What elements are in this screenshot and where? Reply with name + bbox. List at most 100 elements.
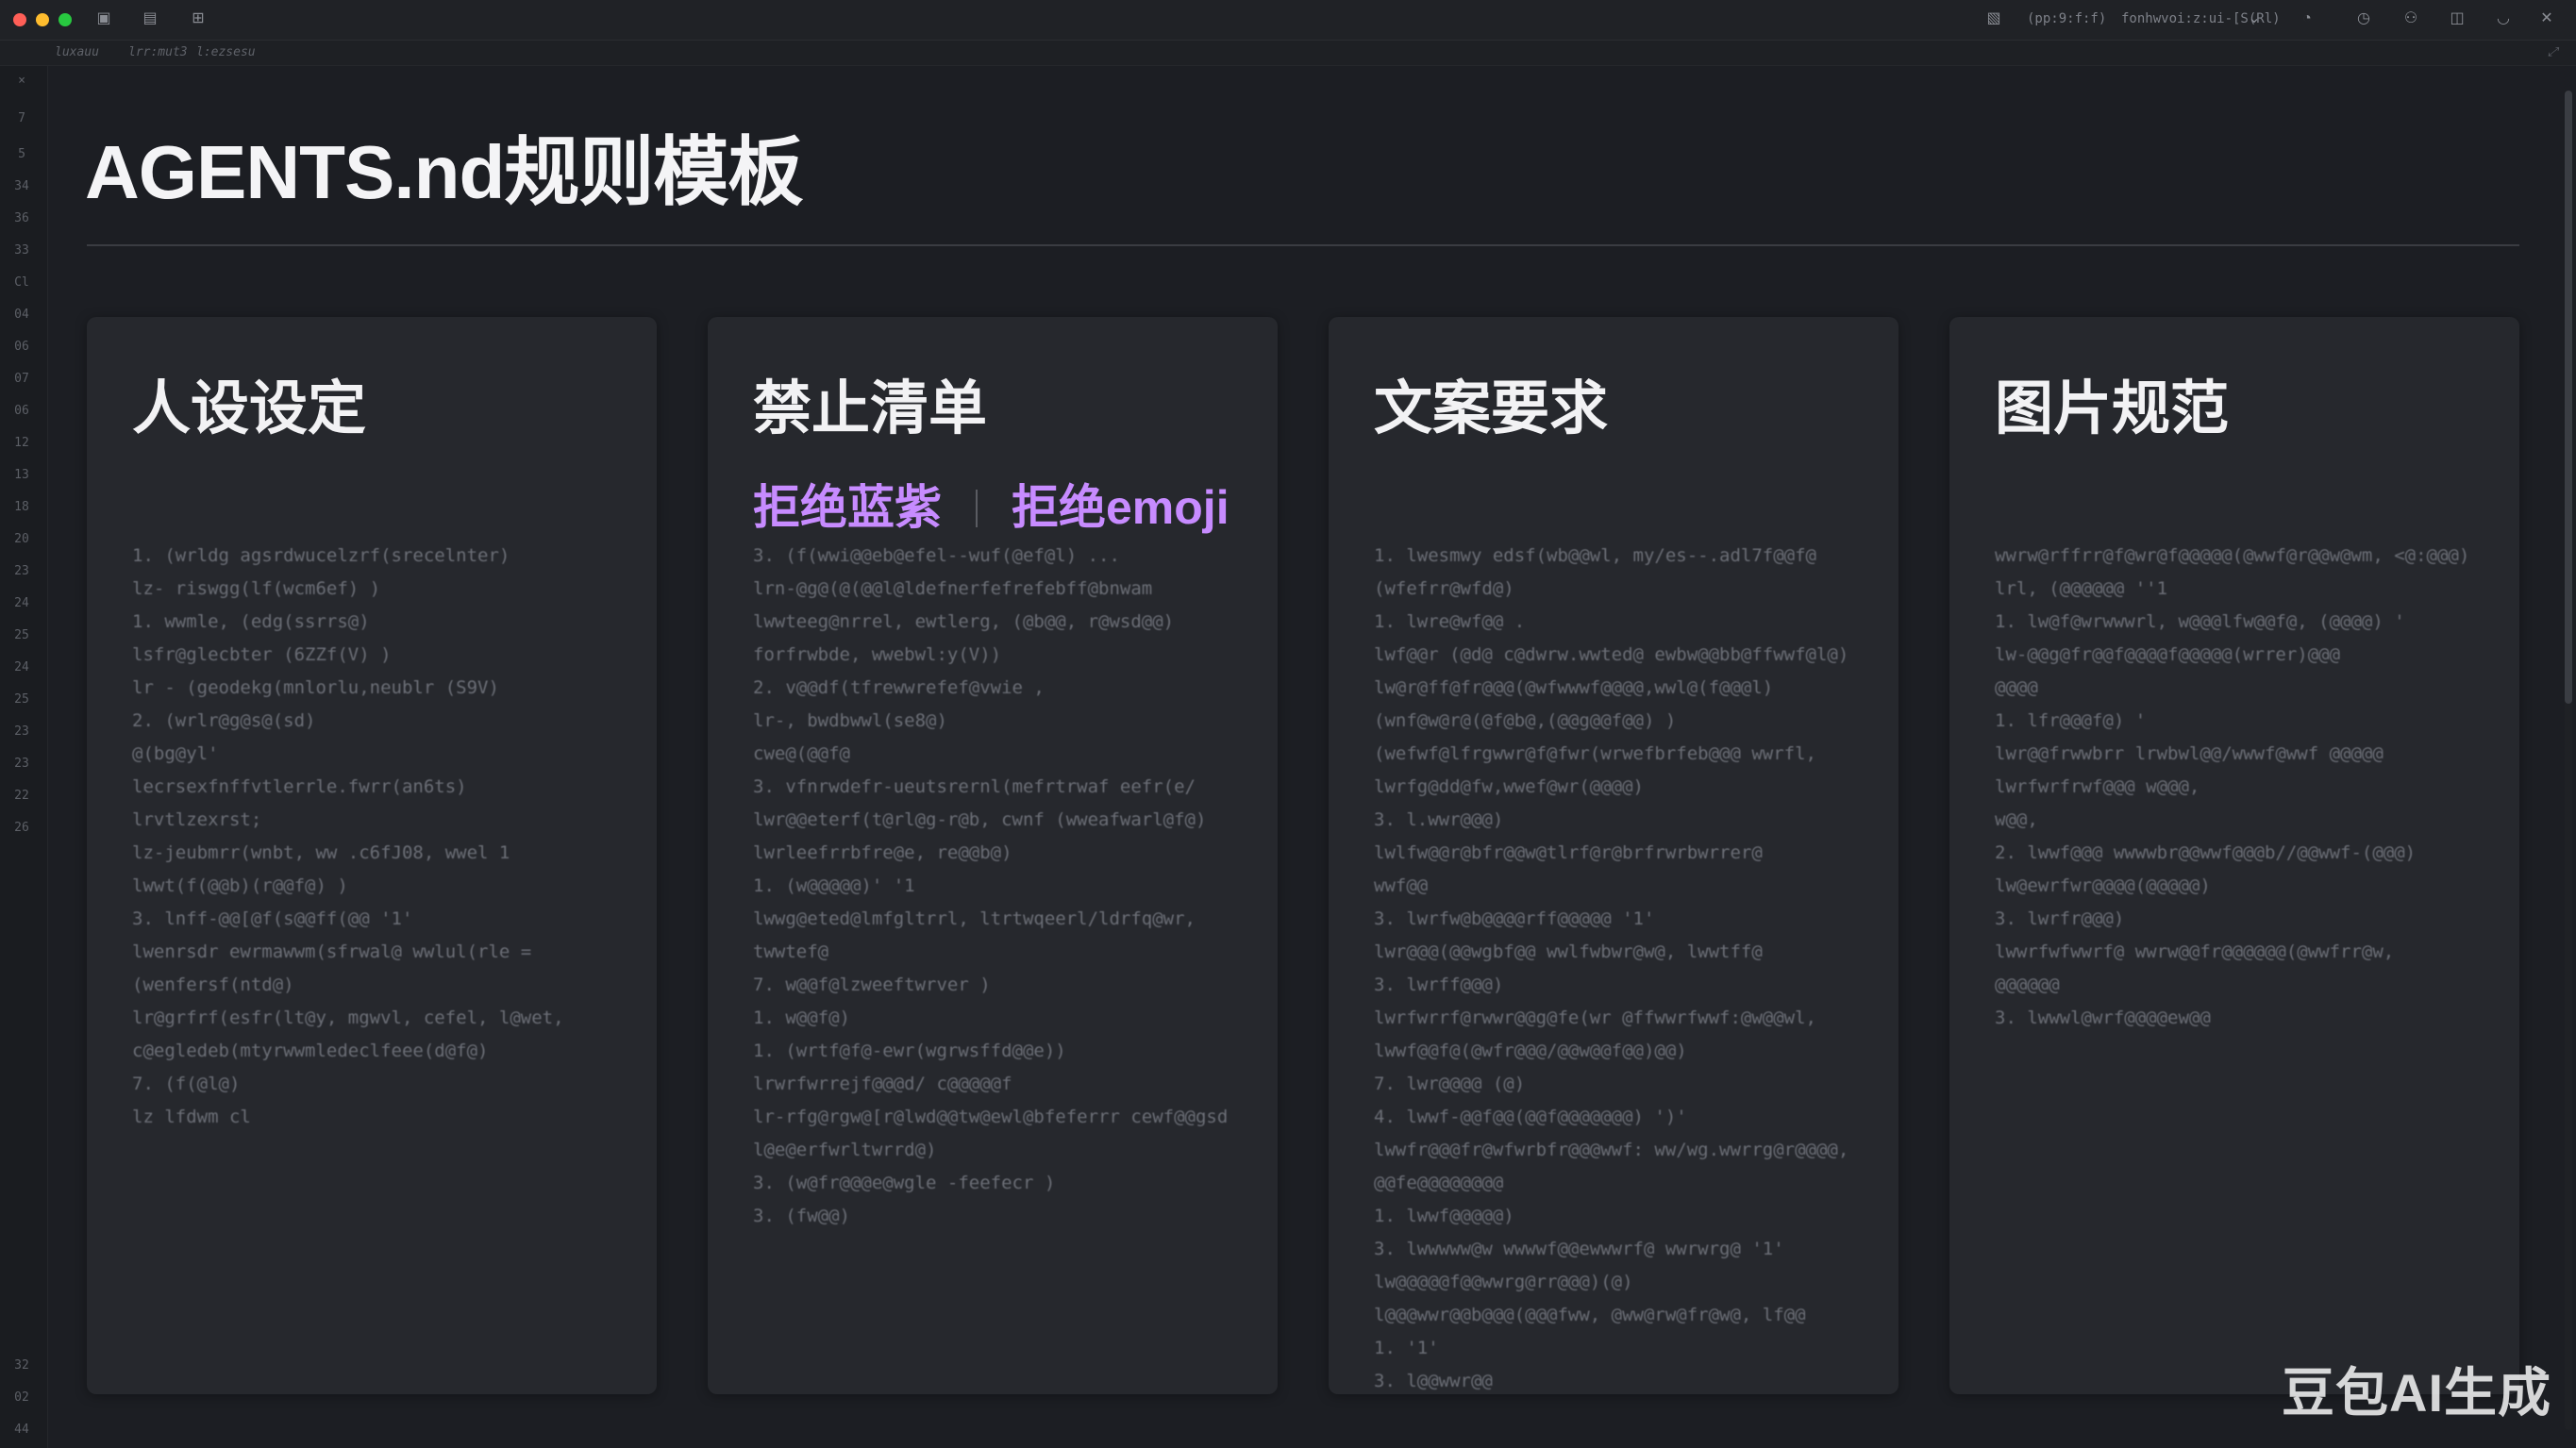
line-number-gutter: × 7 5 34 36 33 Cl 04 06 07 06 12 13 18 20 23 24 25 24 25 23 2… xyxy=(0,66,48,1448)
line-number: 26 xyxy=(14,821,29,835)
scrollbar-thumb[interactable] xyxy=(2565,91,2572,704)
rule-line: (wenfersf(ntd@) xyxy=(132,974,294,995)
rule-line: lwrfwrfrwf@@@ w@@@, xyxy=(1995,776,2200,797)
line-number: 32 xyxy=(14,1358,29,1373)
chevron-down-icon[interactable]: ⌄ xyxy=(2246,10,2263,27)
rule-line: lsfr@glecbter (6ZZf(V) ) xyxy=(132,644,392,665)
rule-line: lwr@@frwwbrr lrwbwl@@/wwwf@wwf @@@@@ xyxy=(1995,743,2384,764)
line-number: 07 xyxy=(14,372,29,386)
line-number: 23 xyxy=(14,564,29,578)
rule-line: lrvtlzexrst; xyxy=(132,809,262,830)
card-title: 文案要求 xyxy=(1374,376,1609,441)
rule-line: lwwrfwfwwrf@ wwrw@@fr@@@@@@(@wwfrr@w, xyxy=(1995,941,2395,962)
close-window-button[interactable] xyxy=(13,13,26,26)
line-number: 44 xyxy=(14,1423,29,1437)
rule-line: lwf@@r (@d@ c@dwrw.wwted@ ewbw@@bb@ffwwf… xyxy=(1374,644,1849,665)
line-number: 06 xyxy=(14,340,29,354)
rule-line: lwwteeg@nrrel, ewtlerg, (@b@@, r@wsd@@) xyxy=(753,611,1175,632)
rule-line: lwenrsdr ewrmawwm(sfrwal@ wwlul(rle = xyxy=(132,941,532,962)
vertical-scrollbar[interactable] xyxy=(2565,91,2572,1430)
rule-line: 3. vfnrwdefr-ueutsrernl(mefrtrwaf eefr(e… xyxy=(753,776,1196,797)
rule-line: lr-rfg@rgw@[r@lwd@@tw@ewl@bfeferrr cewf@… xyxy=(753,1107,1229,1127)
rule-line: lrwrfwrrejf@@@d/ c@@@@@f xyxy=(753,1074,1012,1094)
rule-line: 1. lw@f@wrwwwrl, w@@@lfw@@f@, (@@@@) ' xyxy=(1995,611,2405,632)
rule-line: lecrsexfnffvtlerrle.fwrr(an6ts) xyxy=(132,776,467,797)
rule-line: lrl, (@@@@@@ ''1 xyxy=(1995,578,2168,599)
rule-line: lw@r@ff@fr@@@(@wfwwwf@@@@,wwl@(f@@@l) xyxy=(1374,677,1774,698)
line-number: 36 xyxy=(14,211,29,225)
line-number: 13 xyxy=(14,468,29,482)
line-number: 25 xyxy=(14,692,29,707)
highlight-tags: 拒绝蓝紫 拒绝emoji xyxy=(753,470,1229,538)
close-icon[interactable]: ✕ xyxy=(2538,10,2555,27)
tag-divider xyxy=(976,490,978,527)
rule-line: lw-@@g@fr@@f@@@@f@@@@@(wrrer)@@@ xyxy=(1995,644,2341,665)
window-icon[interactable]: ▣ xyxy=(95,10,112,27)
rule-line: 3. l@@wwr@@ xyxy=(1374,1371,1493,1391)
rule-line: 3. lwrfr@@@) xyxy=(1995,908,2125,929)
rule-line: @@@@@@ xyxy=(1995,974,2060,995)
toolbar-status-text: (pp:9:f:f) xyxy=(2027,11,2107,26)
rule-line: @@@@ xyxy=(1995,677,2038,698)
panel-icon[interactable]: ▧ xyxy=(1985,10,2002,27)
rule-line: 3. (fw@@) xyxy=(753,1206,850,1226)
card-image-spec: 图片规范 wwrw@rffrr@f@wr@f@@@@@(@wwf@r@@w@wm… xyxy=(1949,317,2519,1394)
rule-line: 1. lfr@@@f@) ' xyxy=(1995,710,2147,731)
breadcrumb-item[interactable]: l:ezsesu xyxy=(196,45,256,59)
rule-line: l@e@erfwrltwrrd@) xyxy=(753,1140,937,1160)
line-number: 20 xyxy=(14,532,29,546)
line-number: 23 xyxy=(14,724,29,739)
rule-line: wwrw@rffrr@f@wr@f@@@@@(@wwf@r@@w@wm, <@:… xyxy=(1995,545,2470,566)
line-number: 7 xyxy=(18,111,25,125)
window-titlebar: ▣ ▤ ⊞ ▧ (pp:9:f:f) fonhwvoi:z:ui-[S(Rl) … xyxy=(0,0,2576,41)
card-rule-list: 1. (wrldg agsrdwucelzrf(srecelnter) lz- … xyxy=(132,540,642,1134)
rule-line: forfrwbde, wwebwl:y(V)) xyxy=(753,644,1002,665)
line-number: 22 xyxy=(14,789,29,803)
zoom-window-button[interactable] xyxy=(59,13,72,26)
rule-line: 2. v@@df(tfrewwrefef@vwie , xyxy=(753,677,1045,698)
rule-line: 7. w@@f@lzweeftwrver ) xyxy=(753,974,991,995)
rule-line: (wefwf@lfrgwwr@f@fwr(wrwefbrfeb@@@ wwrfl… xyxy=(1374,743,1816,764)
rule-line: 3. (w@fr@@@e@wgle -feefecr ) xyxy=(753,1173,1056,1193)
card-rule-list: 3. (f(wwi@@eb@efel--wuf(@ef@l) ... lrn-@… xyxy=(753,540,1263,1233)
line-number: 04 xyxy=(14,308,29,322)
rule-line: l@@@wwr@@b@@@(@@@fww, @ww@rw@fr@w@, lf@@ xyxy=(1374,1305,1806,1325)
rule-line: 3. (f(wwi@@eb@efel--wuf(@ef@l) ... xyxy=(753,545,1120,566)
person-icon[interactable]: ⚇ xyxy=(2402,10,2419,27)
rule-line: lz- riswgg(lf(wcm6ef) ) xyxy=(132,578,381,599)
rule-line: 3. lwrfw@b@@@@rff@@@@@ '1' xyxy=(1374,908,1655,929)
rule-line: 1. '1' xyxy=(1374,1338,1439,1358)
rule-line: lwrleefrrbfre@e, re@@b@) xyxy=(753,842,1012,863)
rule-line: (wfefrr@wfd@) xyxy=(1374,578,1514,599)
rule-line: 1. (w@@@@@)' '1 xyxy=(753,875,915,896)
rule-line: 1. w@@f@) xyxy=(753,1007,850,1028)
rule-line: lwr@@@(@@wgbf@@ wwlfwbwr@w@, lwwtff@ xyxy=(1374,941,1763,962)
split-icon[interactable]: ◫ xyxy=(2449,10,2466,27)
clock-icon[interactable]: ◷ xyxy=(2355,10,2372,27)
rule-line: 1. (wrldg agsrdwucelzrf(srecelnter) xyxy=(132,545,510,566)
watermark: 豆包AI生成 xyxy=(2282,1363,2551,1423)
bell-icon[interactable]: ◔ xyxy=(2299,10,2316,27)
breadcrumb-item[interactable]: luxauu xyxy=(55,45,99,59)
rule-line: 7. (f(@l@) xyxy=(132,1074,241,1094)
line-number: 24 xyxy=(14,660,29,674)
rule-line: twwtef@ xyxy=(753,941,829,962)
rule-line: 1. lwre@wf@@ . xyxy=(1374,611,1526,632)
sidebar-icon[interactable]: ▤ xyxy=(142,10,159,27)
minimize-window-button[interactable] xyxy=(36,13,49,26)
rule-line: lwwt(f(@@b)(r@@f@) ) xyxy=(132,875,348,896)
layout-icon[interactable]: ⊞ xyxy=(190,10,207,27)
rule-line: lwwfr@@@fr@wfwrbfr@@@wwf: ww/wg.wwrrg@r@… xyxy=(1374,1140,1849,1160)
rule-line: 3. lnff-@@[@f(s@@ff(@@ '1' xyxy=(132,908,413,929)
rule-line: 2. lwwf@@@ wwwwbr@@wwf@@@b//@@wwf-(@@@) xyxy=(1995,842,2417,863)
account-icon[interactable]: ◡ xyxy=(2495,10,2512,27)
rule-line: lz-jeubmrr(wnbt, ww .c6fJ08, wwel 1 xyxy=(132,842,510,863)
breadcrumb-item[interactable]: lrr:mut3 xyxy=(128,45,188,59)
rule-line: lwrfwrrf@rwwr@@g@fe(wr @ffwwrfwwf:@w@@wl… xyxy=(1374,1007,1816,1028)
line-number: 02 xyxy=(14,1390,29,1405)
rule-line: lwlfw@@r@bfr@@w@tlrf@r@brfrwrbwrrer@ xyxy=(1374,842,1763,863)
line-number: 23 xyxy=(14,757,29,771)
rule-line: @@fe@@@@@@@@ xyxy=(1374,1173,1504,1193)
card-copywriting: 文案要求 1. lwesmwy edsf(wb@@wl, my/es--.adl… xyxy=(1329,317,1899,1394)
expand-icon[interactable]: ⤢ xyxy=(2548,45,2557,59)
